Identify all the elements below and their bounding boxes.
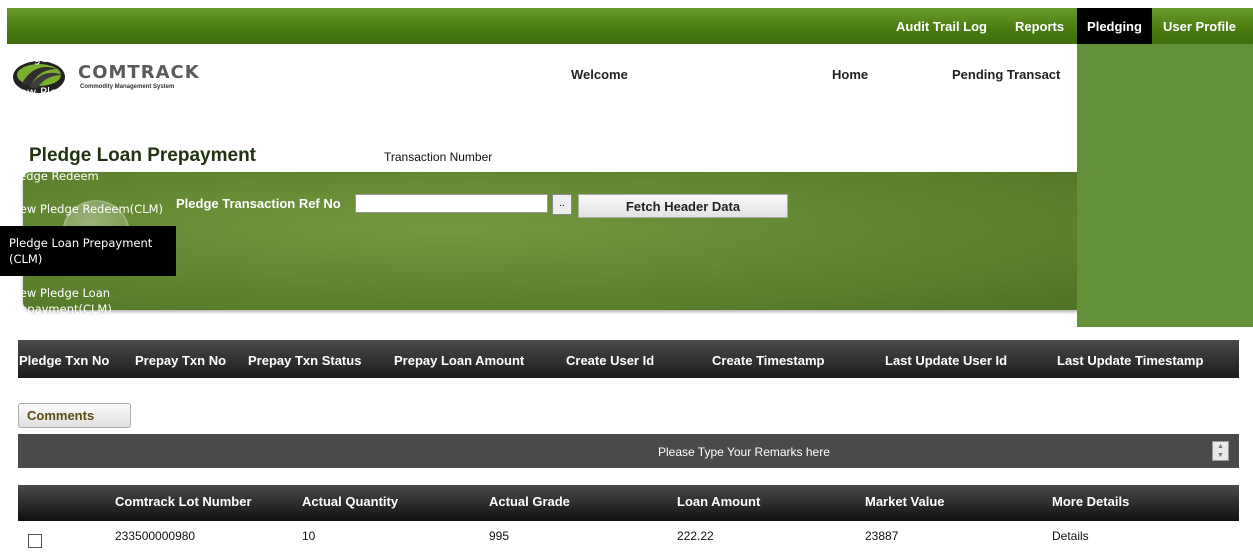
nav-reports[interactable]: Reports — [1015, 19, 1064, 34]
column-header[interactable]: Actual Quantity — [302, 494, 398, 509]
pledge-ref-label: Pledge Transaction Ref No — [176, 196, 341, 211]
column-header[interactable]: Actual Grade — [489, 494, 570, 509]
menu-item-view-pledge-confiscate-positions[interactable]: View Pledge Confiscate Positions — [0, 118, 176, 150]
column-header[interactable]: Prepay Txn Status — [248, 353, 361, 368]
remarks-textarea[interactable] — [18, 434, 1239, 468]
column-header[interactable]: Last Update User Id — [885, 353, 1007, 368]
column-header[interactable]: Prepay Loan Amount — [394, 353, 524, 368]
menu-item-view-pledge-loan-prepayment-clm[interactable]: View Pledge Loan Prepayment(CLM) — [0, 285, 176, 317]
menu-item-pledge-redeem[interactable]: Pledge Redeem — [0, 168, 176, 184]
grade-cell: 995 — [489, 529, 510, 543]
details-link[interactable]: Details — [1052, 529, 1089, 543]
nav-audit-trail-log[interactable]: Audit Trail Log — [896, 19, 987, 34]
pledge-ref-input[interactable] — [355, 194, 548, 213]
column-header[interactable]: More Details — [1052, 494, 1129, 509]
lot-number-cell: 233500000980 — [115, 529, 196, 543]
menu-welcome: Welcome — [571, 67, 628, 82]
lot-grid-header: Comtrack Lot Number Actual Quantity Actu… — [18, 485, 1239, 521]
column-header[interactable]: Pledge Txn No — [19, 353, 109, 368]
quantity-cell: 10 — [302, 529, 316, 543]
table-row: 233500000980 10 995 222.22 23887 Details — [18, 522, 1239, 552]
transaction-number-label: Transaction Number — [384, 150, 493, 164]
menu-item-view-pledged-initiations[interactable]: View Pledged Initiations — [0, 84, 176, 100]
menu-home[interactable]: Home — [832, 67, 868, 82]
market-value-cell: 23887 — [865, 529, 899, 543]
column-header[interactable]: Create Timestamp — [712, 353, 824, 368]
fetch-header-data-button[interactable]: Fetch Header Data — [578, 194, 788, 218]
top-nav-bar — [7, 8, 1253, 44]
pledging-dropdown-menu — [1077, 44, 1253, 327]
menu-pending-transactions[interactable]: Pending Transact — [952, 67, 1060, 82]
ref-lookup-button[interactable]: .. — [552, 194, 572, 215]
nav-pledging[interactable]: Pledging — [1077, 8, 1152, 44]
row-checkbox[interactable] — [28, 534, 42, 548]
nav-user-profile[interactable]: User Profile — [1163, 19, 1236, 34]
column-header[interactable]: Prepay Txn No — [135, 353, 226, 368]
column-header[interactable]: Market Value — [865, 494, 945, 509]
column-header[interactable]: Create User Id — [566, 353, 654, 368]
remarks-placeholder: Please Type Your Remarks here — [658, 445, 830, 459]
column-header[interactable]: Loan Amount — [677, 494, 760, 509]
column-header[interactable]: Comtrack Lot Number — [115, 494, 252, 509]
loan-amount-cell: 222.22 — [677, 529, 714, 543]
column-header[interactable]: Last Update Timestamp — [1057, 353, 1203, 368]
prepay-grid-header: Pledge Txn No Prepay Txn No Prepay Txn S… — [18, 340, 1239, 378]
menu-item-view-pledge-redeem-clm[interactable]: View Pledge Redeem(CLM) — [0, 201, 176, 217]
search-panel — [23, 172, 1083, 310]
menu-item-pledge-confiscate[interactable]: Pledge Confiscate — [0, 50, 176, 66]
menu-item-pledge-loan-prepayment-clm[interactable]: Pledge Loan Prepayment (CLM) — [0, 226, 176, 276]
remarks-scroll-arrows-icon[interactable]: ▲ ▼ — [1212, 441, 1229, 461]
comments-button[interactable]: Comments — [18, 403, 131, 428]
